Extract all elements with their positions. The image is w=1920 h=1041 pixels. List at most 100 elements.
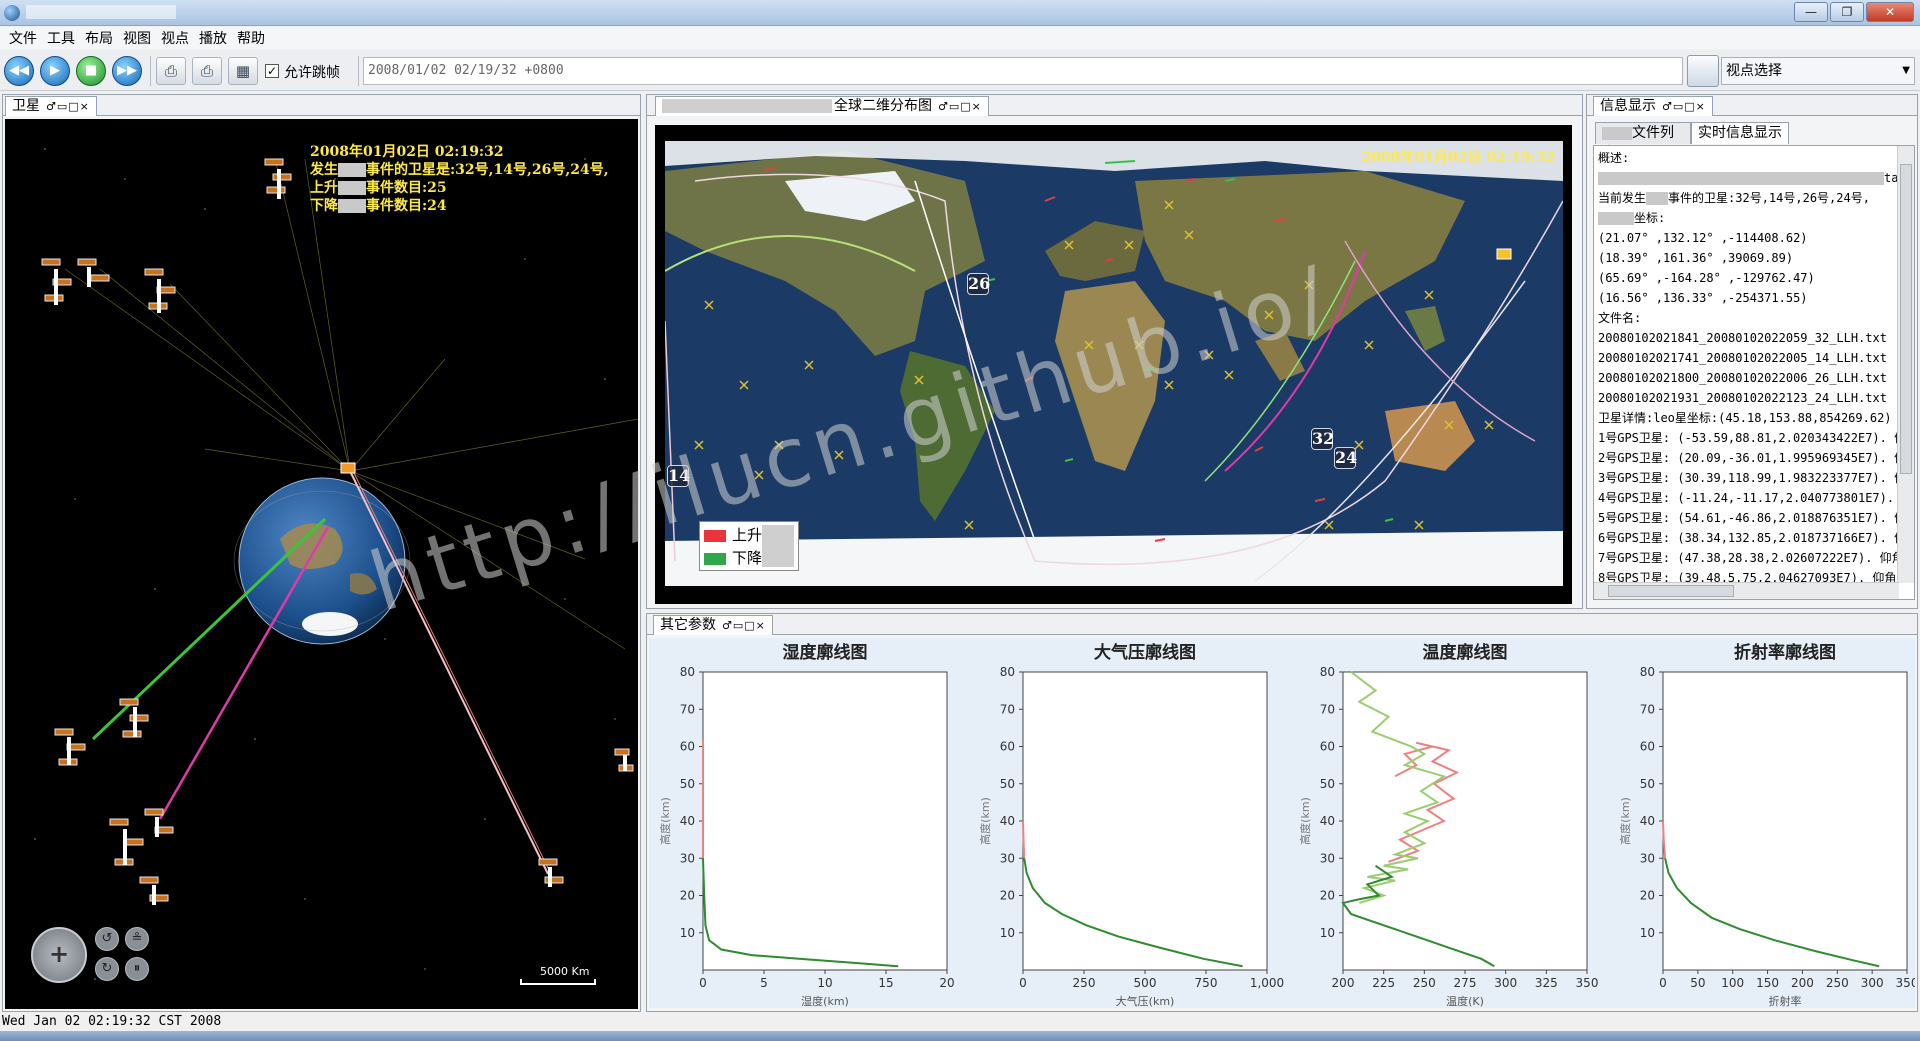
status-bar: Wed Jan 02 02:19:32 CST 2008 [0, 1013, 1920, 1031]
overlay-time: 2008年01月02日 02:19:32 [310, 144, 504, 160]
play-button[interactable]: ▶ [40, 56, 70, 86]
subtab-realtime-info[interactable]: 实时信息显示 [1691, 122, 1789, 144]
y-tick-label: 10 [680, 926, 695, 940]
fast-forward-button[interactable]: ▶▶ [112, 56, 142, 86]
satellite-tabstrip: 卫星 ♂▭□× [3, 95, 640, 116]
tab-controls[interactable]: ♂▭□× [722, 619, 766, 632]
scrollbar-thumb[interactable] [1608, 585, 1734, 597]
info-file: 20080102021741_20080102022005_14_LLH.txt [1598, 351, 1887, 365]
info-coord: (21.07° ,132.12° ,-114408.62) [1598, 231, 1808, 245]
x-tick-label: 20 [939, 976, 954, 990]
info-coord-label-line: 坐标: [1598, 208, 1898, 228]
x-tick-label: 150 [1756, 976, 1779, 990]
tab-other-params[interactable]: 其它参数 ♂▭□× [653, 615, 773, 635]
print-preview-button[interactable]: ⎙ [192, 57, 222, 85]
y-tick-label: 60 [1640, 740, 1655, 754]
y-tick-label: 20 [1640, 889, 1655, 903]
x-axis-label: 湿度(km) [801, 994, 849, 1008]
info-horizontal-scrollbar[interactable] [1594, 582, 1899, 599]
tab-controls[interactable]: ♂▭□× [1662, 100, 1706, 113]
x-tick-label: 225 [1372, 976, 1395, 990]
rotate-icon[interactable]: ↺ [95, 927, 119, 951]
y-axis-label: 高度(km) [1298, 797, 1312, 845]
tab-map[interactable]: 全球二维分布图 ♂▭□× [655, 96, 989, 116]
menu-tools[interactable]: 工具 [42, 28, 80, 48]
stop-button[interactable]: ■ [76, 56, 106, 86]
play-icon: ▶ [50, 63, 60, 78]
overlay-set-prefix: 下降 [310, 198, 338, 214]
reset-icon[interactable]: ↻ [95, 957, 119, 981]
info-overview-label: 概述: [1598, 151, 1630, 165]
y-tick-label: 40 [1640, 814, 1655, 828]
info-vertical-scrollbar[interactable] [1897, 146, 1914, 583]
tab-controls[interactable]: ♂▭□× [938, 100, 982, 113]
x-tick-label: 250 [1073, 976, 1096, 990]
world-map[interactable]: 2008年01月02日 02:19:32 26 14 32 24 上升 下降 [665, 141, 1563, 586]
y-tick-label: 30 [1320, 851, 1335, 865]
x-tick-label: 300 [1861, 976, 1884, 990]
map-tabstrip: 全球二维分布图 ♂▭□× [647, 95, 1582, 116]
overlay-event-suffix: 事件的卫星是:32号,14号,26号,24号, [366, 162, 609, 178]
menu-play[interactable]: 播放 [194, 28, 232, 48]
y-tick-label: 80 [1000, 665, 1015, 679]
rewind-button[interactable]: ◀◀ [4, 56, 34, 86]
y-tick-label: 40 [1320, 814, 1335, 828]
info-panel: 信息显示 ♂▭□× 文件列表 实时信息显示 概述: ta 当前发生 事件的卫星:32… [1586, 94, 1918, 609]
y-tick-label: 60 [680, 740, 695, 754]
overlay-set-count: 下降 事件数目:24 [310, 197, 609, 215]
viewpoint-icon[interactable] [1687, 55, 1719, 87]
allow-skip-label: 允许跳帧 [284, 65, 340, 81]
pan-control[interactable]: + [31, 927, 87, 983]
chart-title: 大气压廓线图 [1094, 642, 1196, 663]
info-gps-line: 4号GPS卫星: (-11.24,-11.17,2.040773801E7). … [1598, 491, 1914, 505]
chart-title: 折射率廓线图 [1734, 642, 1836, 663]
window-title-redacted [26, 5, 176, 19]
menu-help[interactable]: 帮助 [232, 28, 270, 48]
redacted-box [1598, 172, 1884, 185]
tab-satellite-label: 卫星 [12, 98, 40, 114]
y-tick-label: 50 [1320, 777, 1335, 791]
scrollbar-thumb[interactable] [1900, 164, 1912, 474]
time-field[interactable]: 2008/01/02 02/19/32 +0800 [363, 57, 1683, 85]
map-legend: 上升 下降 [699, 521, 799, 571]
overlay-set-suffix: 事件数目:24 [366, 198, 447, 214]
redacted-box [338, 199, 366, 213]
globe-view[interactable]: 2008年01月02日 02:19:32 发生 事件的卫星是:32号,14号,26… [5, 119, 638, 1009]
info-coord: (16.56° ,136.33° ,-254371.55) [1598, 291, 1808, 305]
profile-charts: 湿度廓线图 0 5 10 15 20 10 20 30 40 50 60 70 80 湿度(km) 高度(km… [649, 638, 1915, 1008]
x-tick-label: 250 [1826, 976, 1849, 990]
overlay-event-prefix: 发生 [310, 162, 338, 178]
tab-controls[interactable]: ♂▭□× [46, 100, 90, 113]
y-tick-label: 50 [1000, 777, 1015, 791]
y-tick-label: 40 [680, 814, 695, 828]
globe-scene [34, 148, 638, 980]
grid-toggle-button[interactable]: ▦ [228, 57, 258, 85]
print-button[interactable]: ⎙ [156, 57, 186, 85]
maximize-button[interactable]: ❐ [1830, 2, 1864, 22]
viewpoint-select[interactable]: 视点选择 ▼ [1721, 57, 1915, 85]
menu-file[interactable]: 文件 [4, 28, 42, 48]
y-tick-label: 70 [1640, 702, 1655, 716]
tilt-icon[interactable]: ⏸ [125, 957, 149, 981]
allow-skip-checkbox[interactable]: ✓ [265, 64, 279, 78]
menu-viewpoint[interactable]: 视点 [156, 28, 194, 48]
tab-satellite[interactable]: 卫星 ♂▭□× [5, 96, 97, 116]
subtab-file-list[interactable]: 文件列表 [1595, 122, 1691, 161]
info-text-area[interactable]: 概述: ta 当前发生 事件的卫星:32号,14号,26号,24号, 坐标: (2… [1593, 145, 1915, 600]
other-params-panel: 其它参数 ♂▭□× 湿度廓线图 0 5 10 15 20 10 20 30 40 50 60 70 80 湿度… [646, 613, 1918, 1012]
y-axis-label: 高度(km) [978, 797, 992, 845]
x-tick-label: 0 [699, 976, 707, 990]
info-lines: 概述: ta 当前发生 事件的卫星:32号,14号,26号,24号, 坐标: (2… [1598, 148, 1914, 588]
person-icon[interactable]: ≗ [125, 927, 149, 951]
menu-layout[interactable]: 布局 [80, 28, 118, 48]
info-leo-detail: 卫星详情:leo星坐标:(45.18,153.88,854269.62) [1598, 411, 1892, 425]
info-coord: (18.39° ,161.36° ,39069.89) [1598, 251, 1794, 265]
tab-info[interactable]: 信息显示 ♂▭□× [1593, 96, 1713, 116]
x-tick-label: 0 [1659, 976, 1667, 990]
menu-view[interactable]: 视图 [118, 28, 156, 48]
close-button[interactable]: ✕ [1866, 2, 1914, 22]
minimize-button[interactable]: — [1794, 2, 1828, 22]
x-tick-label: 15 [878, 976, 893, 990]
legend-set: 下降 [704, 548, 762, 568]
x-tick-label: 350 [1896, 976, 1915, 990]
